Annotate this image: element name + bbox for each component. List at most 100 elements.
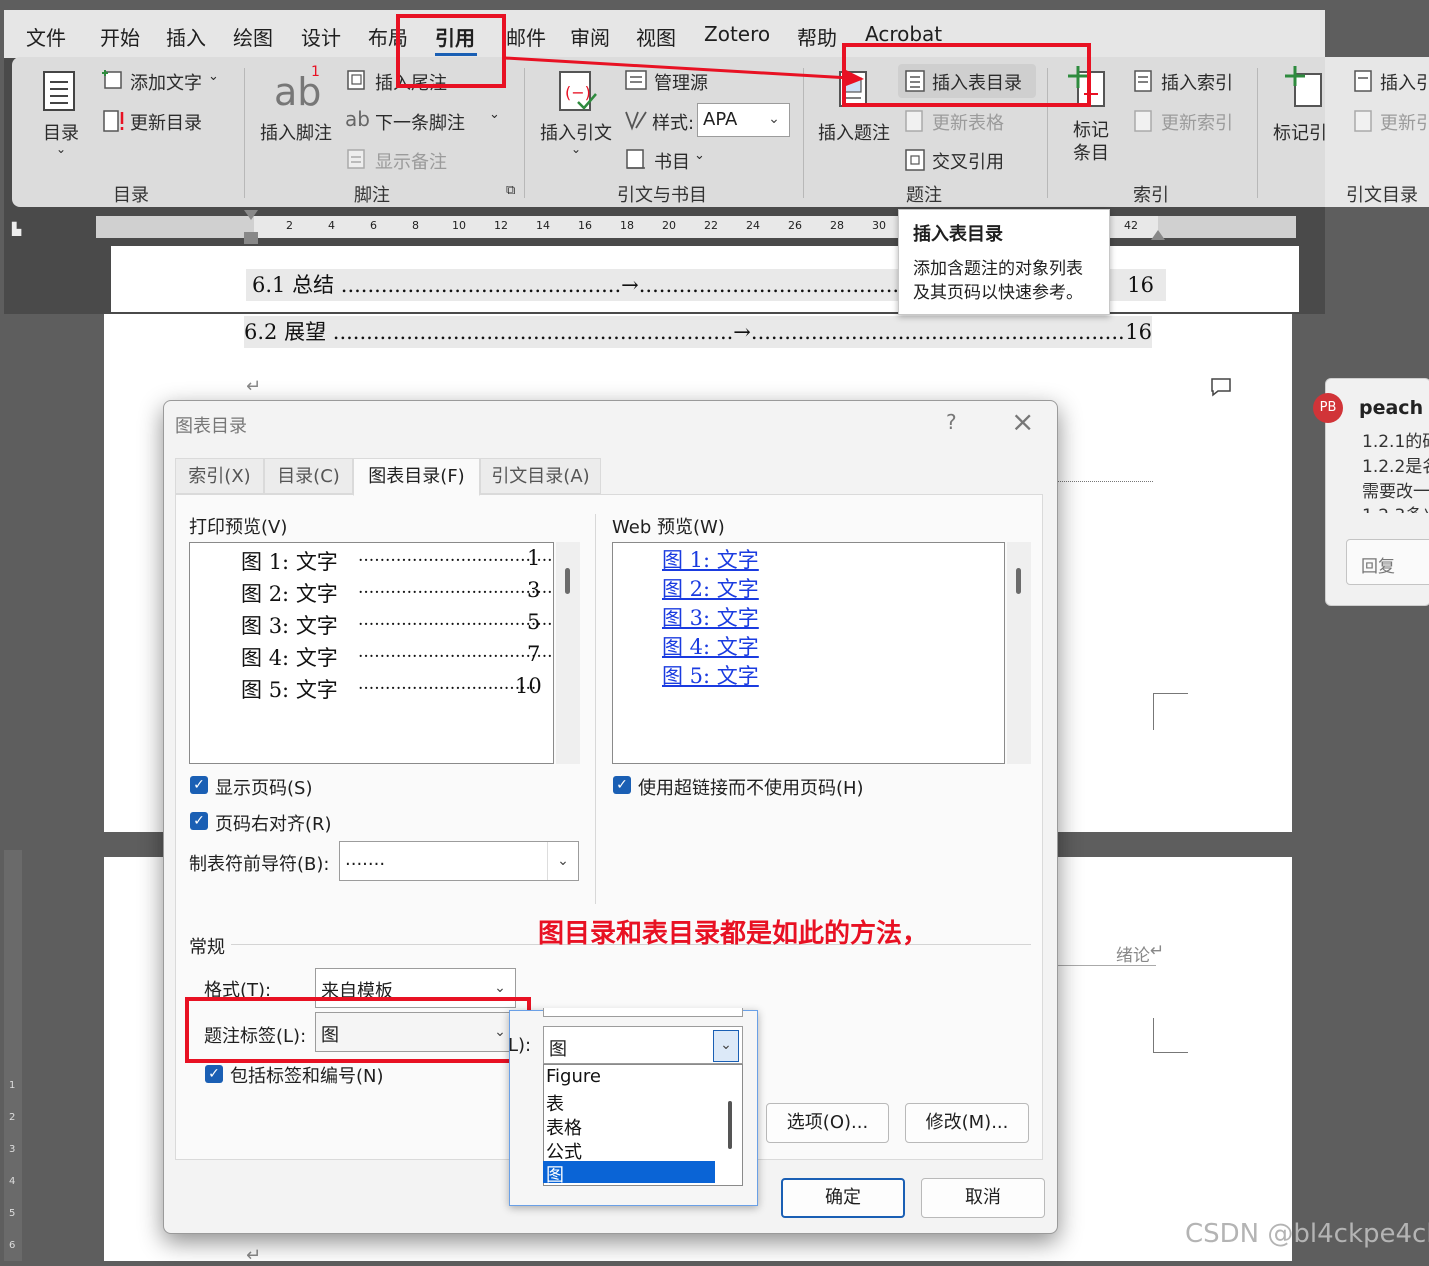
toc-entry-title: 展望 xyxy=(284,320,327,344)
tab-insert[interactable]: 插入 xyxy=(166,22,206,51)
style-dropdown[interactable]: APA ⌄ xyxy=(697,103,790,137)
popup-scrollbar-thumb[interactable] xyxy=(728,1101,732,1149)
dropdown-option[interactable]: Figure xyxy=(546,1066,601,1087)
leader-dots-line xyxy=(1057,481,1153,482)
authorities-group-label: 引文目录 xyxy=(1346,185,1418,206)
vertical-ruler[interactable]: 1 2 3 4 5 6 xyxy=(4,850,22,1261)
add-text-chevron-down-icon[interactable]: ⌄ xyxy=(208,69,219,84)
scrollbar-thumb[interactable] xyxy=(1016,568,1021,594)
first-line-indent-marker[interactable] xyxy=(244,210,258,220)
update-toc-button[interactable]: 更新目录 xyxy=(130,109,202,135)
paragraph-mark: ↵ xyxy=(1150,941,1165,961)
tab-table-of-authorities[interactable]: 引文目录(A) xyxy=(480,458,601,494)
popup-caption-label-dropdown[interactable]: 图 ⌄ xyxy=(543,1026,743,1064)
show-page-numbers-checkbox[interactable]: ✓ xyxy=(190,776,208,794)
insert-footnote-button[interactable]: 插入脚注 xyxy=(260,119,332,145)
toc-entry-number: 6.2 xyxy=(244,320,278,344)
web-preview-link[interactable]: 图 5: 文字 xyxy=(662,660,759,690)
tab-table-of-figures[interactable]: 图表目录(F) xyxy=(353,458,480,496)
next-footnote-chevron-down-icon[interactable]: ⌄ xyxy=(489,107,500,122)
mark-entry-button[interactable]: 标记 条目 xyxy=(1073,119,1109,165)
tab-help[interactable]: 帮助 xyxy=(797,22,837,51)
insert-caption-button[interactable]: 插入题注 xyxy=(818,119,890,145)
comment-card[interactable]: PB peach b 1.2.1的研 1.2.2是名 需要改一 1.2.3多义 … xyxy=(1313,378,1429,606)
close-icon[interactable]: × xyxy=(1011,405,1034,438)
comment-marker-icon[interactable] xyxy=(1209,376,1233,398)
include-label-number-checkbox[interactable]: ✓ xyxy=(205,1065,223,1083)
watermark: CSDN @bl4ckpe4ch xyxy=(1185,1219,1429,1249)
tab-index[interactable]: 索引(X) xyxy=(175,458,264,494)
annotation-arrow-icon xyxy=(504,56,864,86)
toc-chevron-down-icon[interactable]: ⌄ xyxy=(56,142,66,156)
right-indent-marker[interactable] xyxy=(1151,230,1165,240)
toc-entry[interactable]: 6.2 展望 .................................… xyxy=(244,316,1152,348)
print-preview-entry: 图 2: 文字 xyxy=(241,582,338,606)
tab-zotero[interactable]: Zotero xyxy=(704,22,770,46)
chevron-down-icon[interactable]: ⌄ xyxy=(713,1030,739,1062)
tab-draw[interactable]: 绘图 xyxy=(233,22,273,51)
web-preview-link[interactable]: 图 2: 文字 xyxy=(662,573,759,603)
ruler-number: 6 xyxy=(370,219,377,232)
tab-selector-icon[interactable]: ▙ xyxy=(12,222,21,236)
print-preview-entry: 图 3: 文字 xyxy=(241,614,338,638)
cancel-button[interactable]: 取消 xyxy=(921,1178,1045,1218)
show-notes-button[interactable]: 显示备注 xyxy=(375,148,447,174)
bibliography-button[interactable]: 书目 xyxy=(654,148,690,174)
right-align-checkbox[interactable]: ✓ xyxy=(190,812,208,830)
vruler-number: 2 xyxy=(9,1112,16,1123)
ok-button[interactable]: 确定 xyxy=(781,1178,905,1218)
bibliography-chevron-down-icon[interactable]: ⌄ xyxy=(694,148,705,163)
update-index-button[interactable]: 更新索引 xyxy=(1161,109,1233,135)
web-preview-link[interactable]: 图 3: 文字 xyxy=(662,602,759,632)
include-label-number-label: 包括标签和编号(N) xyxy=(230,1066,384,1087)
comment-line: 1.2.2是名 xyxy=(1362,457,1429,477)
next-footnote-button[interactable]: 下一条脚注 xyxy=(375,109,465,135)
reply-input[interactable]: 回复 xyxy=(1346,539,1429,585)
group-divider xyxy=(244,68,245,198)
tab-toc[interactable]: 目录(C) xyxy=(264,458,353,494)
print-preview-scrollbar[interactable] xyxy=(556,542,580,764)
tab-mailings[interactable]: 邮件 xyxy=(506,22,546,51)
comment-author: peach b xyxy=(1359,397,1429,419)
ruler-right-margin xyxy=(1158,216,1296,238)
web-preview-scrollbar[interactable] xyxy=(1007,542,1031,764)
tab-home[interactable]: 开始 xyxy=(100,22,140,51)
help-icon[interactable]: ? xyxy=(946,410,957,434)
web-preview-link[interactable]: 图 4: 文字 xyxy=(662,631,759,661)
cross-reference-button[interactable]: 交叉引用 xyxy=(932,148,1004,174)
preview-leader-dots: .................................... xyxy=(358,578,553,598)
dropdown-option[interactable]: 表 xyxy=(546,1090,564,1116)
dropdown-option[interactable]: 表格 xyxy=(546,1114,582,1140)
web-preview-link[interactable]: 图 1: 文字 xyxy=(662,544,759,574)
tab-file[interactable]: 文件 xyxy=(26,22,66,51)
use-hyperlinks-checkbox[interactable]: ✓ xyxy=(613,776,631,794)
dropdown-option-label: 图 xyxy=(546,1165,564,1186)
insert-citation-chevron-down-icon[interactable]: ⌄ xyxy=(571,142,581,156)
tab-view[interactable]: 视图 xyxy=(636,22,676,51)
left-indent-marker[interactable] xyxy=(244,232,258,244)
vruler-number: 4 xyxy=(9,1176,16,1187)
preview-divider xyxy=(595,514,596,904)
cross-reference-icon xyxy=(905,149,925,171)
insert-index-button[interactable]: 插入索引 xyxy=(1161,69,1233,95)
avatar: PB xyxy=(1313,393,1343,423)
tab-design[interactable]: 设计 xyxy=(301,22,341,51)
update-toa-button[interactable]: 更新引 xyxy=(1380,109,1429,135)
update-toa-icon xyxy=(1354,110,1372,132)
insert-toa-button[interactable]: 插入引 xyxy=(1380,69,1429,95)
horizontal-ruler[interactable]: 2 4 6 8 10 12 14 16 18 20 22 24 26 28 30… xyxy=(96,216,1296,238)
tab-leader-dropdown[interactable]: ....... ⌄ xyxy=(339,841,579,881)
dropdown-option-highlighted[interactable]: 图 xyxy=(543,1161,715,1186)
tooltip-text: 添加含题注的对象列表 xyxy=(913,259,1083,279)
update-table-button[interactable]: 更新表格 xyxy=(932,109,1004,135)
options-button[interactable]: 选项(O)... xyxy=(766,1103,889,1143)
print-preview-label: 打印预览(V) xyxy=(189,517,288,538)
toc-entry-page: 16 xyxy=(1127,273,1154,297)
web-preview-label: Web 预览(W) xyxy=(612,517,725,538)
add-text-button[interactable]: 添加文字 xyxy=(130,69,202,95)
insert-index-icon xyxy=(1134,70,1152,92)
tab-review[interactable]: 审阅 xyxy=(570,22,610,51)
modify-button[interactable]: 修改(M)... xyxy=(905,1103,1029,1143)
footnotes-launcher-icon[interactable]: ⧉ xyxy=(506,183,515,198)
scrollbar-thumb[interactable] xyxy=(565,568,570,594)
